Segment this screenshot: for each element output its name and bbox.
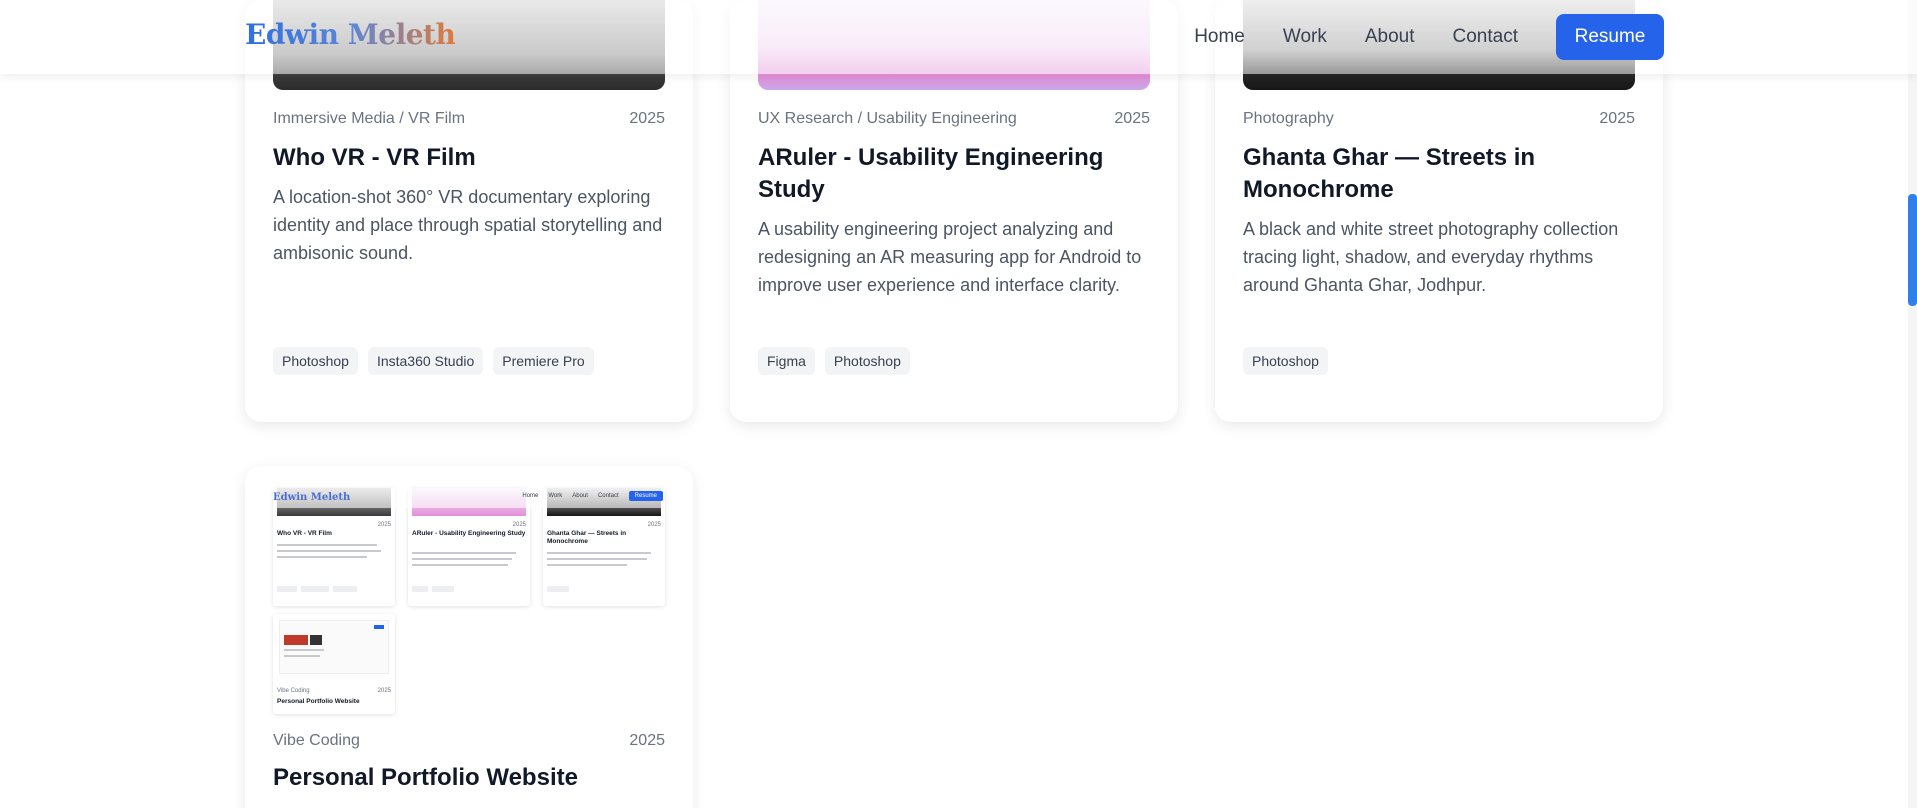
mini-title: ARuler - Usability Engineering Study xyxy=(412,530,526,537)
scrollbar[interactable] xyxy=(1908,0,1917,808)
mini-nav-item: Contact xyxy=(597,493,619,499)
mini-title: Personal Portfolio Website xyxy=(277,698,360,705)
mini-nav-item: Home xyxy=(522,493,539,499)
mini-title: Who VR - VR Film xyxy=(277,530,332,537)
project-tags: Photoshop xyxy=(1243,347,1635,375)
project-meta: Immersive Media / VR Film 2025 xyxy=(273,110,665,128)
project-year: 2025 xyxy=(629,732,665,749)
tag: Photoshop xyxy=(824,347,910,375)
portfolio-preview-thumbnail[interactable]: 2025 Who VR - VR Film 2025 ARuler - Usab… xyxy=(273,488,665,718)
mini-year: 2025 xyxy=(647,522,661,528)
tag: Photoshop xyxy=(1243,347,1328,375)
tag: Figma xyxy=(758,347,815,375)
project-title[interactable]: Who VR - VR Film xyxy=(273,142,665,174)
project-card-portfolio[interactable]: 2025 Who VR - VR Film 2025 ARuler - Usab… xyxy=(245,466,693,808)
project-category: Immersive Media / VR Film xyxy=(273,110,466,127)
project-category: Vibe Coding xyxy=(273,732,360,749)
nav-contact[interactable]: Contact xyxy=(1453,14,1518,60)
project-title[interactable]: Ghanta Ghar — Streets in Monochrome xyxy=(1243,142,1635,206)
mini-brand: Edwin Meleth xyxy=(273,492,351,503)
tag: Insta360 Studio xyxy=(367,347,484,375)
mini-title: Ghanta Ghar — Streets in Monochrome xyxy=(547,530,627,545)
project-category: UX Research / Usability Engineering xyxy=(758,110,1017,127)
project-year: 2025 xyxy=(1599,110,1635,127)
nav-home[interactable]: Home xyxy=(1194,14,1245,60)
scrollbar-thumb[interactable] xyxy=(1908,194,1917,306)
site-header: Edwin Meleth Home Work About Contact Res… xyxy=(0,0,1917,74)
project-description: A usability engineering project analyzin… xyxy=(758,219,1142,295)
brand-logo[interactable]: Edwin Meleth xyxy=(245,18,456,51)
project-year: 2025 xyxy=(1114,110,1150,127)
project-meta: Photography 2025 xyxy=(1243,110,1635,128)
tag: Premiere Pro xyxy=(493,347,594,375)
nav-about[interactable]: About xyxy=(1365,14,1415,60)
project-description: A location-shot 360° VR documentary expl… xyxy=(273,187,663,263)
resume-button[interactable]: Resume xyxy=(1556,14,1664,60)
project-title[interactable]: ARuler - Usability Engineering Study xyxy=(758,142,1150,206)
mini-nav-item: About xyxy=(572,493,588,499)
main-nav: Home Work About Contact Resume xyxy=(1194,14,1664,60)
mini-nav: Home Work About Contact Resume xyxy=(522,491,663,501)
project-year: 2025 xyxy=(629,110,665,127)
mini-year: 2025 xyxy=(377,688,391,694)
mini-category: Vibe Coding xyxy=(277,688,310,694)
project-title[interactable]: Personal Portfolio Website xyxy=(273,762,665,794)
project-tags: Photoshop Insta360 Studio Premiere Pro xyxy=(273,347,665,375)
project-meta: UX Research / Usability Engineering 2025 xyxy=(758,110,1150,128)
mini-year: 2025 xyxy=(377,522,391,528)
mini-card-portfolio: Vibe Coding 2025 Personal Portfolio Webs… xyxy=(273,614,395,714)
project-tags: Figma Photoshop xyxy=(758,347,1150,375)
mini-resume: Resume xyxy=(628,491,663,501)
project-meta: Vibe Coding 2025 xyxy=(273,732,665,750)
project-category: Photography xyxy=(1243,110,1334,127)
mini-year: 2025 xyxy=(512,522,526,528)
mini-header: Edwin Meleth Home Work About Contact Res… xyxy=(273,488,665,508)
project-description: A black and white street photography col… xyxy=(1243,219,1619,295)
nav-work[interactable]: Work xyxy=(1283,14,1327,60)
tag: Photoshop xyxy=(273,347,358,375)
page: Immersive Media / VR Film 2025 Who VR - … xyxy=(0,0,1917,808)
mini-nav-item: Work xyxy=(548,493,563,499)
